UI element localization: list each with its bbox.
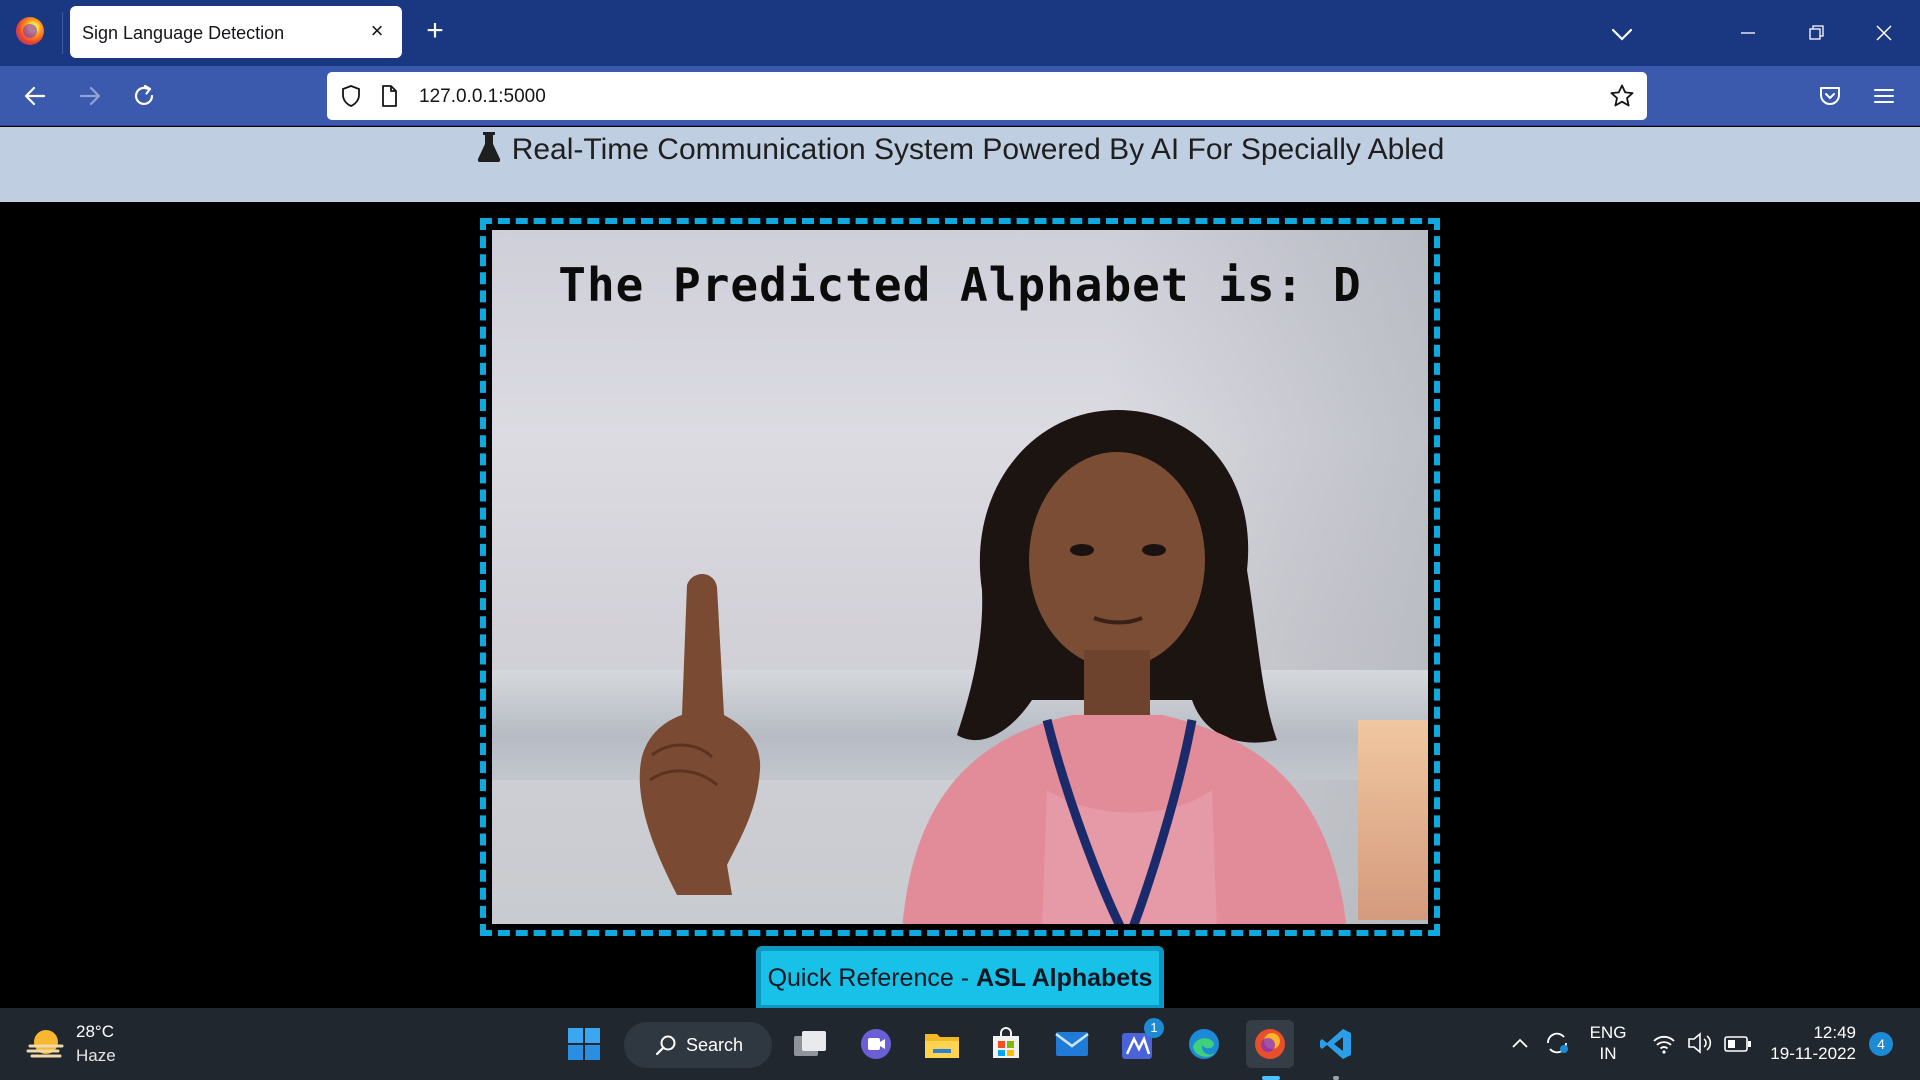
close-tab-icon[interactable]: × (364, 18, 390, 44)
app-notification-badge: 1 (1144, 1018, 1164, 1038)
close-window-icon[interactable] (1862, 12, 1906, 54)
weather-condition[interactable]: Haze (76, 1046, 116, 1066)
tab-title: Sign Language Detection (82, 23, 285, 43)
browser-nav-bar: 127.0.0.1:5000 (0, 66, 1920, 126)
file-explorer-icon[interactable] (918, 1020, 966, 1068)
sync-icon[interactable] (1542, 1028, 1572, 1058)
input-language-indicator[interactable]: ENG IN (1588, 1022, 1628, 1064)
flask-icon (476, 131, 502, 163)
chevron-down-icon[interactable] (1606, 18, 1638, 50)
restore-icon[interactable] (1794, 12, 1838, 54)
edge-icon[interactable] (1180, 1020, 1228, 1068)
chat-icon[interactable] (852, 1020, 900, 1068)
back-arrow-icon[interactable] (15, 76, 55, 116)
vscode-icon[interactable] (1312, 1020, 1360, 1068)
firefox-active-indicator (1262, 1076, 1280, 1080)
taskbar-search-button[interactable]: Search (624, 1022, 772, 1068)
notification-count-badge[interactable]: 4 (1869, 1032, 1893, 1056)
quick-reference-button[interactable]: Quick Reference - ASL Alphabets (756, 946, 1164, 1010)
search-label: Search (686, 1035, 744, 1055)
url-text[interactable]: 127.0.0.1:5000 (419, 86, 546, 108)
quick-reference-prefix: Quick Reference - (767, 964, 976, 992)
mail-icon[interactable] (1048, 1020, 1096, 1068)
page-title-row: Real-Time Communication System Powered B… (0, 131, 1920, 167)
firefox-taskbar-icon[interactable] (1246, 1020, 1294, 1068)
hamburger-menu-icon[interactable] (1864, 76, 1904, 116)
prediction-text: The Predicted Alphabet is: D (558, 258, 1362, 312)
windows-taskbar: 28°C Haze Search 1 ENG IN 12:49 19-11-20… (0, 1008, 1920, 1080)
webcam-feed: The Predicted Alphabet is: D (492, 230, 1428, 924)
page-icon[interactable] (377, 84, 401, 108)
shield-icon[interactable] (339, 84, 363, 108)
windows-start-icon[interactable] (560, 1020, 608, 1068)
browser-tab-bar: Sign Language Detection × + (0, 0, 1920, 66)
vscode-running-indicator (1333, 1076, 1339, 1080)
task-view-icon[interactable] (786, 1020, 834, 1068)
weather-temperature[interactable]: 28°C (76, 1022, 114, 1042)
store-icon[interactable] (982, 1020, 1030, 1068)
wifi-icon[interactable] (1652, 1032, 1676, 1056)
hand-sign (639, 573, 761, 895)
quick-reference-bold: ASL Alphabets (976, 964, 1153, 992)
page-title: Real-Time Communication System Powered B… (511, 133, 1445, 166)
firefox-icon[interactable] (16, 17, 44, 45)
search-icon (654, 1033, 678, 1057)
language-code: ENG (1589, 1023, 1627, 1042)
weather-icon[interactable] (26, 1026, 66, 1062)
volume-icon[interactable] (1686, 1030, 1714, 1056)
new-tab-button[interactable]: + (418, 15, 452, 49)
clock-time: 12:49 (1813, 1023, 1856, 1042)
show-hidden-icons-chevron-icon[interactable] (1508, 1032, 1532, 1056)
reload-icon[interactable] (124, 76, 164, 116)
person-image (902, 410, 1347, 924)
pocket-icon[interactable] (1810, 76, 1850, 116)
forward-arrow-icon[interactable] (70, 76, 110, 116)
page-header: Real-Time Communication System Powered B… (0, 127, 1920, 202)
region-code: IN (1599, 1044, 1617, 1063)
minimize-icon[interactable] (1726, 12, 1770, 54)
clock[interactable]: 12:49 19-11-2022 (1760, 1022, 1856, 1064)
video-feed-frame: The Predicted Alphabet is: D (480, 218, 1440, 936)
star-icon[interactable] (1609, 83, 1635, 109)
battery-icon[interactable] (1724, 1034, 1752, 1054)
address-bar[interactable]: 127.0.0.1:5000 (327, 72, 1647, 120)
tab-sign-language-detection[interactable]: Sign Language Detection × (70, 6, 402, 58)
whiteboard-app-icon[interactable]: 1 (1114, 1018, 1164, 1068)
tab-divider (62, 12, 63, 54)
clock-date: 19-11-2022 (1770, 1044, 1856, 1063)
